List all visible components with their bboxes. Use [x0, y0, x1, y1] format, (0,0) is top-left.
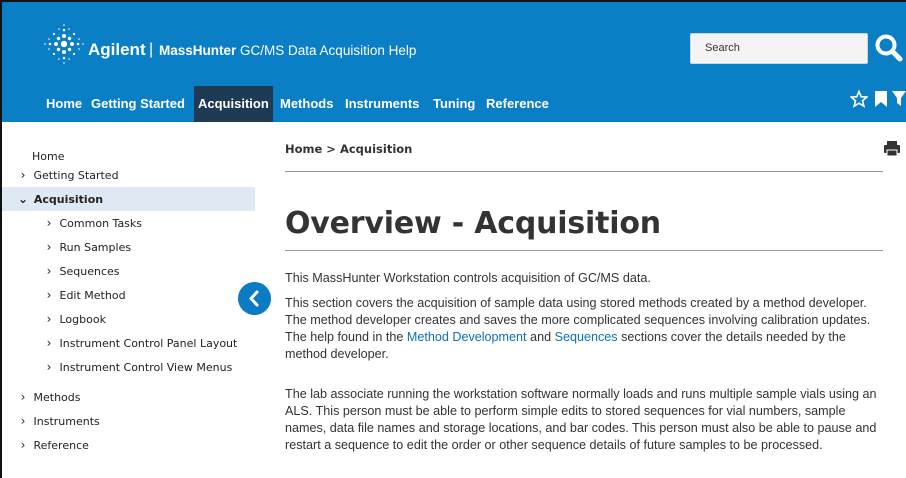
- sidebar-item-instrument-control-panel-layout[interactable]: › Instrument Control Panel Layout: [2, 331, 255, 355]
- star-outline-icon[interactable]: [850, 88, 868, 110]
- search-icon[interactable]: [874, 33, 904, 63]
- brand-name: Agilent: [88, 40, 146, 59]
- sidebar-item-label: Logbook: [59, 313, 106, 326]
- chevron-right-icon: ›: [46, 216, 52, 230]
- product-title-rest: GC/MS Data Acquisition Help: [236, 43, 417, 58]
- sequences-link[interactable]: Sequences: [555, 330, 618, 344]
- chevron-right-icon: ›: [20, 414, 26, 428]
- sidebar-item-label: Methods: [33, 391, 81, 404]
- print-icon[interactable]: [883, 140, 901, 157]
- sidebar-item-label: Reference: [33, 439, 89, 452]
- divider: [285, 250, 883, 251]
- sidebar: Home › Getting Started ⌄ Acquisition › C…: [2, 122, 255, 478]
- sidebar-item-edit-method[interactable]: › Edit Method: [2, 283, 255, 307]
- method-development-link[interactable]: Method Development: [407, 330, 527, 344]
- sidebar-item-label: Acquisition: [33, 193, 104, 206]
- sidebar-item-label: Edit Method: [59, 289, 126, 302]
- brand-separator: |: [149, 41, 154, 58]
- chevron-right-icon: ›: [20, 168, 26, 182]
- product-title: MassHunter GC/MS Data Acquisition Help: [159, 42, 416, 60]
- sidebar-item-label: Instrument Control View Menus: [59, 361, 233, 374]
- sidebar-item-label: Instrument Control Panel Layout: [59, 337, 238, 350]
- help-window: Agilent | MassHunter GC/MS Data Acquisit…: [0, 0, 906, 478]
- sidebar-item-acquisition[interactable]: ⌄ Acquisition: [2, 187, 255, 211]
- chevron-right-icon: ›: [46, 240, 52, 254]
- page-title: Overview - Acquisition: [285, 206, 661, 241]
- sidebar-item-label: Common Tasks: [59, 217, 143, 230]
- sidebar-item-instrument-control-view-menus[interactable]: › Instrument Control View Menus: [2, 355, 255, 379]
- nav-home[interactable]: Home: [42, 86, 86, 122]
- nav-reference[interactable]: Reference: [482, 86, 553, 122]
- chevron-right-icon: ›: [46, 288, 52, 302]
- nav-getting-started[interactable]: Getting Started: [87, 86, 189, 122]
- sidebar-item-label: Getting Started: [33, 169, 119, 182]
- collapse-sidebar-button[interactable]: [238, 282, 271, 315]
- top-bar: Agilent | MassHunter GC/MS Data Acquisit…: [2, 2, 906, 86]
- nav-methods[interactable]: Methods: [276, 86, 337, 122]
- divider: [285, 171, 883, 172]
- search-input[interactable]: Search: [690, 33, 868, 64]
- chevron-right-icon: ›: [46, 336, 52, 350]
- paragraph-text: and: [526, 330, 555, 344]
- nav-instruments[interactable]: Instruments: [341, 86, 423, 122]
- sidebar-item-methods[interactable]: › Methods: [2, 385, 255, 409]
- chevron-right-icon: ›: [46, 264, 52, 278]
- sidebar-item-label: Instruments: [33, 415, 100, 428]
- sidebar-item-logbook[interactable]: › Logbook: [2, 307, 255, 331]
- nav-acquisition[interactable]: Acquisition: [194, 86, 273, 122]
- breadcrumb[interactable]: Home > Acquisition: [285, 142, 412, 156]
- nav-tuning[interactable]: Tuning: [429, 86, 479, 122]
- chevron-right-icon: ›: [20, 390, 26, 404]
- paragraph-intro: This MassHunter Workstation controls acq…: [285, 271, 651, 285]
- sidebar-item-reference[interactable]: › Reference: [2, 433, 255, 457]
- paragraph-overview: This section covers the acquisition of s…: [285, 295, 885, 363]
- sidebar-item-sequences[interactable]: › Sequences: [2, 259, 255, 283]
- chevron-down-icon: ⌄: [17, 192, 29, 206]
- chevron-right-icon: ›: [46, 312, 52, 326]
- main-content: Home > Acquisition Overview - Acquisitio…: [285, 122, 906, 478]
- bookmark-icon[interactable]: [872, 88, 890, 110]
- sidebar-item-run-samples[interactable]: › Run Samples: [2, 235, 255, 259]
- sidebar-item-label: Sequences: [59, 265, 120, 278]
- chevron-right-icon: ›: [46, 360, 52, 374]
- filter-icon[interactable]: [891, 88, 906, 110]
- sidebar-item-getting-started[interactable]: › Getting Started: [2, 163, 255, 187]
- header: Agilent | MassHunter GC/MS Data Acquisit…: [2, 2, 906, 122]
- sidebar-item-common-tasks[interactable]: › Common Tasks: [2, 211, 255, 235]
- agilent-spark-logo: [44, 24, 84, 64]
- product-title-bold: MassHunter: [159, 43, 237, 58]
- sidebar-item-instruments[interactable]: › Instruments: [2, 409, 255, 433]
- sidebar-item-label: Run Samples: [59, 241, 132, 254]
- paragraph-lab-associate: The lab associate running the workstatio…: [285, 387, 877, 452]
- chevron-right-icon: ›: [20, 438, 26, 452]
